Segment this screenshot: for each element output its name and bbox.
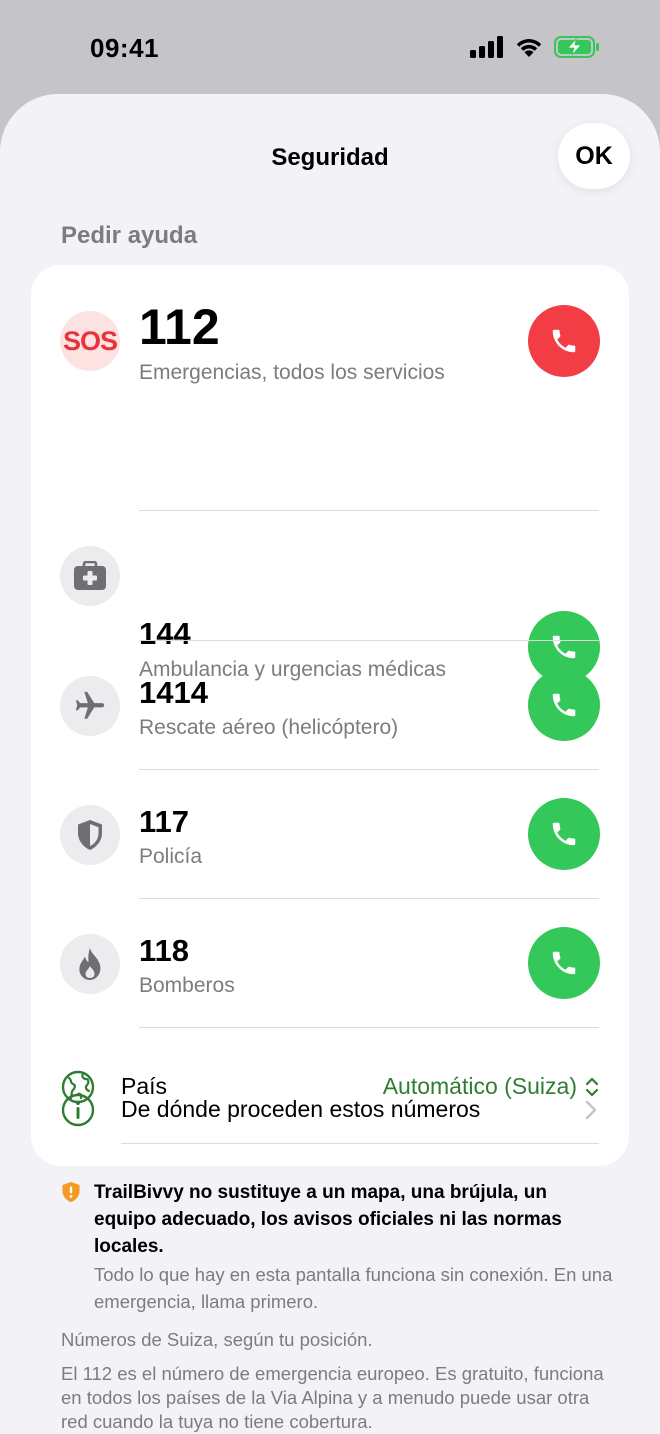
call-button-1414[interactable] xyxy=(528,669,600,741)
status-time: 09:41 xyxy=(90,33,159,63)
divider xyxy=(139,1027,599,1028)
wifi-icon xyxy=(516,39,542,57)
service-number: 1414 xyxy=(139,675,208,710)
battery-charging-icon xyxy=(554,36,599,58)
phone-icon xyxy=(552,635,576,659)
source-label: De dónde proceden estos números xyxy=(121,1096,481,1122)
divider xyxy=(139,640,599,641)
service-number: 144 xyxy=(139,616,191,651)
divider xyxy=(139,769,599,770)
call-button-118[interactable] xyxy=(528,927,600,999)
service-row-112: SOS 112 Emergencias, todos los servicios xyxy=(31,265,629,394)
footer-112-note: El 112 es el número de emergencia europe… xyxy=(61,1363,604,1432)
info-icon xyxy=(61,1093,95,1127)
service-description: Bomberos xyxy=(139,974,235,997)
phone-icon xyxy=(552,693,576,717)
service-description: Emergencias, todos los servicios xyxy=(139,361,445,384)
service-number: 118 xyxy=(139,933,190,968)
service-row-144-text: 144 Ambulancia y urgencias médicas xyxy=(31,436,629,683)
chevron-right-icon xyxy=(585,1100,597,1120)
service-number: 117 xyxy=(139,804,190,839)
status-icons xyxy=(470,36,600,58)
notice-sub-text: Todo lo que hay en esta pantalla funcion… xyxy=(94,1264,613,1312)
cellular-signal-icon xyxy=(470,36,503,58)
shield-icon xyxy=(60,805,120,865)
emergency-card: SOS 112 Emergencias, todos los servicios xyxy=(31,265,629,1166)
source-row[interactable]: De dónde proceden estos números xyxy=(31,1070,629,1150)
section-header: Pedir ayuda xyxy=(61,222,198,249)
status-bar: 09:41 xyxy=(0,0,660,94)
sos-icon: SOS xyxy=(60,311,120,371)
call-button-117[interactable] xyxy=(528,798,600,870)
notice-bold-text: TrailBivvy no sustituye a un mapa, una b… xyxy=(94,1182,562,1257)
service-description: Rescate aéreo (helicóptero) xyxy=(139,716,399,739)
footer-country-note: Números de Suiza, según tu posición. xyxy=(61,1329,373,1350)
service-description: Policía xyxy=(139,845,203,868)
sos-badge-text: SOS xyxy=(62,325,118,356)
airplane-icon xyxy=(60,676,120,736)
call-button-112[interactable] xyxy=(528,305,600,377)
phone-icon xyxy=(552,951,576,975)
flame-icon xyxy=(60,934,120,994)
safety-sheet: Seguridad OK Pedir ayuda SOS 112 Emergen… xyxy=(0,94,660,1434)
phone-icon xyxy=(552,329,576,353)
divider xyxy=(139,898,599,899)
phone-icon xyxy=(552,822,576,846)
ok-button[interactable]: OK xyxy=(558,123,630,189)
service-number: 112 xyxy=(139,299,220,355)
warning-shield-icon xyxy=(62,1182,80,1202)
